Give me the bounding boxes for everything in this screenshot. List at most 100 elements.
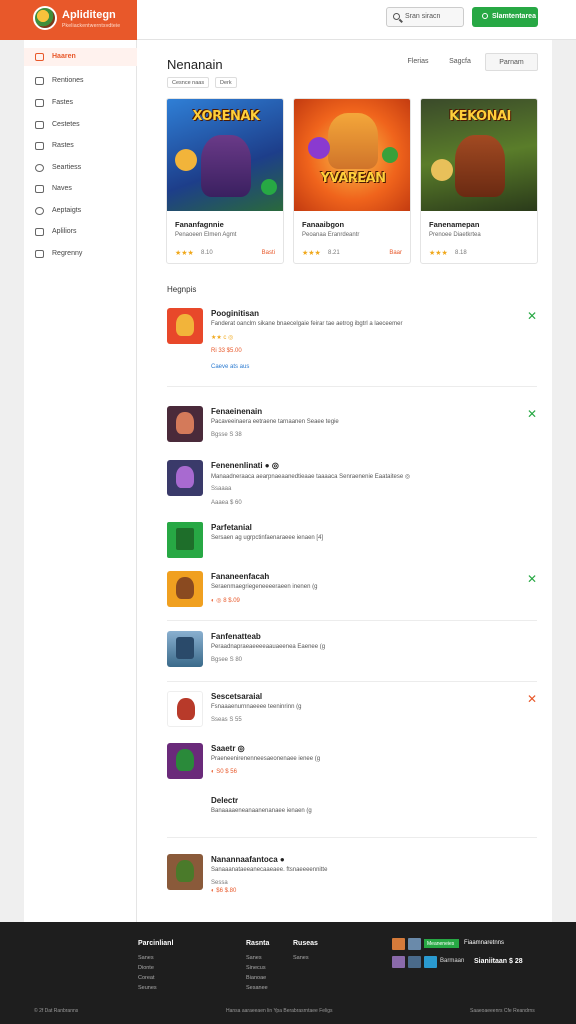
featured-card[interactable]: YVAREAN Fanaaibgon Peoanaa Eranrdeantr ★…: [293, 98, 411, 264]
card-subtitle: Prenoee Diaetkrtea: [429, 232, 481, 238]
dismiss-icon[interactable]: ✕: [527, 693, 537, 705]
sidebar-item-6[interactable]: Naves: [24, 180, 137, 198]
app-name: Pooginitisan: [211, 309, 259, 318]
footer-link[interactable]: Sinecus: [246, 965, 269, 971]
sidebar-item-label: Regrenny: [52, 250, 83, 257]
doc-icon: [35, 228, 44, 236]
list-item[interactable]: Parfetanial Sersaen ag ugrpctinfaenaraee…: [167, 522, 537, 562]
tab-2[interactable]: Sagcfa: [440, 53, 480, 71]
badge-icon: [261, 179, 277, 195]
app-icon: [167, 691, 203, 727]
list-item[interactable]: Fenaeinenain Pacaveeinaera eetraene tarn…: [167, 406, 537, 446]
brand[interactable]: Apliditegn Pkeliackentwerntsvdteie: [0, 0, 137, 40]
tab-3[interactable]: Parnam: [485, 53, 538, 71]
list-item[interactable]: Saaetr ◎ Praeneenirenenneesaeonenaee ien…: [167, 743, 537, 783]
list-item[interactable]: Fananeenfacah Seraenmaegriegeneeeeraeen …: [167, 571, 537, 617]
store-label: Barmaan: [440, 958, 465, 964]
footer-link[interactable]: Dionte: [138, 965, 173, 971]
footer-link[interactable]: Sanes: [246, 955, 269, 961]
grid-icon: [35, 142, 44, 150]
sidebar-item-3[interactable]: Cestetes: [24, 116, 137, 134]
list-icon: [35, 77, 44, 85]
footer-link[interactable]: Sesanee: [246, 985, 269, 991]
sidebar-item-4[interactable]: Rastes: [24, 137, 137, 155]
card-rating: 8.21: [328, 250, 340, 256]
featured-card[interactable]: KEKONAI Fanenamepan Prenoee Diaetkrtea ★…: [420, 98, 538, 264]
page-title: Nenanain: [167, 57, 223, 72]
app-link[interactable]: Caeve ats aus: [211, 364, 249, 370]
featured-card[interactable]: XORENAK Fananfagnnie Penaoeen Elmen Agmt…: [166, 98, 284, 264]
circle-icon: [35, 207, 44, 215]
app-name: Delectr: [211, 796, 239, 805]
app-description: Sersaen ag ugrpctinfaenaraeee ienaen [4]: [211, 535, 324, 541]
sidebar-item-5[interactable]: Seartiess: [24, 159, 137, 177]
list-item[interactable]: Fanfenatteab Peraadnapraeaeeeeaauaeenea …: [167, 631, 537, 671]
app-name: Sescetsaraial: [211, 692, 263, 701]
list-item[interactable]: Delectr Banaaaaeneanaanenanaee ienaen (g: [167, 795, 537, 825]
calendar-icon: [35, 250, 44, 258]
footer-heading: Ruseas: [293, 940, 318, 947]
app-name: Nanannaafantoca ●: [211, 855, 285, 864]
thumbnail[interactable]: [408, 956, 421, 968]
sidebar-item-7[interactable]: Aeptaigts: [24, 202, 137, 220]
card-banner: KEKONAI: [449, 109, 511, 124]
hero-figure: [455, 135, 505, 197]
search-placeholder: Sran siracn: [405, 13, 441, 20]
card-price: Basti: [261, 250, 275, 256]
footer-legal[interactable]: Hansa aaraeeaen lin Ypa Berabrasrntaee F…: [226, 1008, 333, 1014]
app-description: Manaadneraaca aearpnaeaanedtieaae taaaac…: [211, 474, 411, 480]
footer-heading: Rasnta: [246, 940, 270, 947]
thumbnail[interactable]: [424, 956, 437, 968]
footer-link[interactable]: Sanes: [293, 955, 318, 961]
app-meta: ★★ c ◎: [211, 335, 234, 341]
crumb-1[interactable]: Cesnce naas: [167, 77, 210, 88]
list-item[interactable]: Sescetsaraial Fsnaaaenurnnaeeee teeninri…: [167, 691, 537, 731]
list-item[interactable]: Fenenenlinati ● ◎ Manaadneraaca aearpnae…: [167, 460, 537, 510]
list-item[interactable]: Pooginitisan Fanderat oanclm sikane bnae…: [167, 308, 537, 378]
clock-icon: [35, 164, 44, 172]
search-input[interactable]: Sran siracn: [386, 7, 464, 27]
dismiss-icon[interactable]: ✕: [527, 408, 537, 420]
sidebar-item-9[interactable]: Regrenny: [24, 245, 137, 263]
thumbnail[interactable]: [392, 938, 405, 950]
crumb-2[interactable]: Derk: [215, 77, 237, 88]
card-stars: ★★★: [175, 250, 194, 257]
sidebar-item-1[interactable]: Rentiones: [24, 72, 137, 90]
card-title: Fanenamepan: [429, 220, 480, 229]
card-rating: 8.10: [201, 250, 213, 256]
header-cta-button[interactable]: Slamtentarea: [472, 7, 538, 27]
footer-link[interactable]: Bianoae: [246, 975, 269, 981]
app-name: Saaetr ◎: [211, 744, 245, 753]
list-item[interactable]: Nanannaafantoca ● Sanaaanataeeanecaaeaee…: [167, 854, 537, 894]
footer-legal-right[interactable]: Saaeoaeeenrs Cfe Reandrns: [470, 1008, 535, 1014]
folder-icon: [35, 99, 44, 107]
app-description: Pacaveeinaera eetraene tarnaanen Seaee t…: [211, 419, 339, 425]
dismiss-icon[interactable]: ✕: [527, 310, 537, 322]
dismiss-icon[interactable]: ✕: [527, 573, 537, 585]
app-meta: Bgsee S 80: [211, 657, 243, 663]
sidebar-item-8[interactable]: Apliliors: [24, 223, 137, 241]
app-meta: Ssaaaa: [211, 486, 232, 492]
hero-figure: [201, 135, 251, 197]
sidebar-item-label: Naves: [52, 185, 72, 192]
sidebar-item-label: Rentiones: [52, 77, 84, 84]
sidebar-item-2[interactable]: Fastes: [24, 94, 137, 112]
search-icon: [482, 13, 488, 19]
footer-link[interactable]: Coreat: [138, 975, 173, 981]
sidebar-item-label: Fastes: [52, 99, 74, 106]
sidebar-item-label: Seartiess: [52, 164, 82, 171]
footer-link[interactable]: Seunes: [138, 985, 173, 991]
side-figure: [308, 137, 330, 159]
store-badge[interactable]: Meaneneies: [424, 939, 459, 948]
home-icon: [35, 53, 44, 61]
app-icon: [167, 406, 203, 442]
sidebar-item-label: Aeptaigts: [52, 207, 82, 214]
tab-1[interactable]: Flerias: [398, 53, 438, 71]
thumbnail[interactable]: [408, 938, 421, 950]
app-icon: [167, 854, 203, 890]
thumbnail[interactable]: [392, 956, 405, 968]
footer-column: Parcinlianl Sanes Dionte Coreat Seunes: [138, 940, 173, 995]
sidebar-item-home[interactable]: Haaren: [24, 48, 137, 66]
footer-link[interactable]: Sanes: [138, 955, 173, 961]
app-meta: Bgsse S 38: [211, 432, 242, 438]
